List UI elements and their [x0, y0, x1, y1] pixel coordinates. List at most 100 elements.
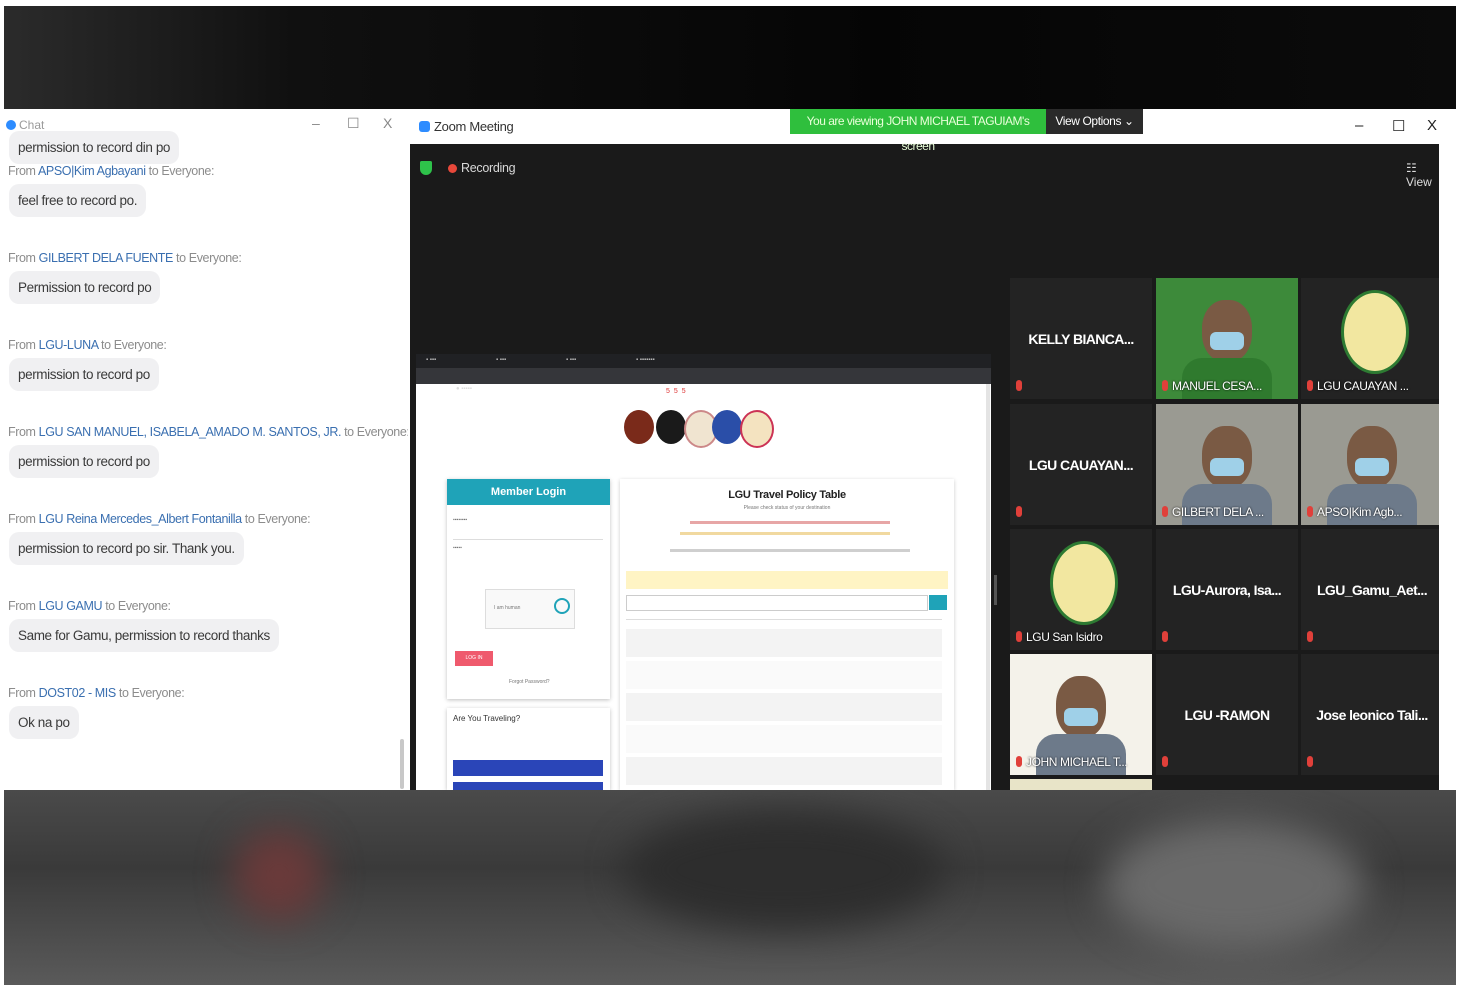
- message-prefix: From: [8, 512, 39, 526]
- participant-tile[interactable]: LGU_Gamu_Aet...: [1301, 529, 1439, 650]
- browser-address-bar: ● ▪▪▪▪▪: [416, 368, 991, 392]
- policy-search-input: [626, 595, 928, 611]
- chat-bubble: Permission to record po: [9, 271, 161, 304]
- policy-subtitle: Please check status of your destination: [743, 505, 831, 511]
- photo-background-top: [4, 6, 1456, 109]
- agency-logo-icon: [656, 410, 686, 444]
- close-icon[interactable]: X: [383, 115, 392, 131]
- participant-tile[interactable]: LGU CAUAYAN ...: [1301, 278, 1439, 399]
- gallery-view-button[interactable]: ☷ View: [1406, 161, 1439, 189]
- message-recipient: to Everyone:: [102, 599, 171, 613]
- minimize-icon[interactable]: –: [1355, 117, 1363, 134]
- recording-icon: [448, 164, 457, 173]
- zoom-titlebar: Zoom Meeting You are viewing JOHN MICHAE…: [410, 109, 1439, 153]
- security-shield-icon[interactable]: [420, 161, 432, 175]
- legend-line: [680, 532, 890, 535]
- participant-tile[interactable]: LGU San Isidro: [1010, 529, 1152, 650]
- message-header: From LGU Reina Mercedes_Albert Fontanill…: [8, 512, 311, 526]
- participant-tile[interactable]: JOHN MICHAEL T...: [1010, 654, 1152, 775]
- zoom-logo-icon: [6, 120, 16, 130]
- message-prefix: From: [8, 686, 39, 700]
- face-mask-shape: [1210, 332, 1244, 350]
- background-blur-shape: [1104, 820, 1364, 950]
- maximize-icon[interactable]: ☐: [347, 115, 360, 132]
- message-prefix: From: [8, 338, 39, 352]
- sender-name[interactable]: LGU GAMU: [39, 599, 103, 613]
- participant-tile[interactable]: MANUEL CESA...: [1156, 278, 1298, 399]
- table-row: [626, 757, 942, 785]
- message-header: From DOST02 - MIS to Everyone:: [8, 686, 185, 700]
- close-icon[interactable]: X: [1427, 117, 1437, 134]
- chat-bubble: feel free to record po.: [9, 184, 147, 217]
- participant-name: LGU San Isidro: [1026, 630, 1103, 644]
- muted-mic-icon: [1016, 506, 1022, 517]
- view-options-button[interactable]: View Options ⌄: [1046, 109, 1143, 134]
- background-blur-shape: [624, 810, 944, 930]
- participant-name: JOHN MICHAEL T...: [1026, 755, 1128, 769]
- chat-title: Chat: [19, 118, 45, 132]
- page-scrollbar: [986, 384, 990, 790]
- muted-mic-icon: [1307, 631, 1313, 642]
- chat-scrollbar[interactable]: [400, 739, 404, 789]
- face-mask-shape: [1064, 708, 1098, 726]
- participant-name: KELLY BIANCA...: [1028, 330, 1134, 347]
- participant-name: LGU -RAMON: [1184, 706, 1271, 723]
- field-divider: [453, 539, 603, 540]
- login-button: LOG IN: [455, 651, 493, 666]
- sender-name[interactable]: LGU SAN MANUEL, ISABELA_AMADO M. SANTOS,…: [39, 425, 342, 439]
- agency-logo-icon: [740, 410, 774, 448]
- message-prefix: From: [8, 425, 39, 439]
- policy-table-title: LGU Travel Policy Table: [728, 489, 846, 501]
- muted-mic-icon: [1016, 380, 1022, 391]
- agency-logo-icon: [712, 410, 742, 444]
- message-recipient: to Everyone:: [145, 164, 215, 178]
- browser-url: ● ▪▪▪▪▪: [456, 386, 472, 392]
- person-silhouette: [1202, 426, 1252, 488]
- sender-name[interactable]: DOST02 - MIS: [39, 686, 117, 700]
- muted-mic-icon: [1162, 756, 1168, 767]
- zoom-window-title: Zoom Meeting: [434, 119, 514, 134]
- participant-name: LGU CAUAYAN ...: [1317, 379, 1409, 393]
- table-row: [626, 661, 942, 689]
- zoom-logo-icon: [419, 121, 430, 132]
- sender-name[interactable]: LGU Reina Mercedes_Albert Fontanilla: [39, 512, 242, 526]
- participant-tile[interactable]: APSO|Kim Agb...: [1301, 404, 1439, 525]
- zoom-meeting-window: Zoom Meeting You are viewing JOHN MICHAE…: [410, 109, 1439, 790]
- travel-question: Are You Traveling?: [453, 714, 521, 723]
- table-row: [626, 693, 942, 721]
- chat-bubble: permission to record din po: [9, 131, 180, 164]
- minimize-icon[interactable]: –: [312, 115, 320, 131]
- participant-name: Jose leonico Tali...: [1316, 706, 1428, 723]
- message-recipient: to Everyone:: [341, 425, 408, 439]
- message-prefix: From: [8, 599, 39, 613]
- photo-background-bottom: [4, 790, 1456, 985]
- participant-tile[interactable]: GILBERT DELA ...: [1156, 404, 1298, 525]
- sender-name[interactable]: GILBERT DELA FUENTE: [39, 251, 174, 265]
- participant-tile[interactable]: LGU-Aurora, Isa...: [1156, 529, 1298, 650]
- participant-name: LGU CAUAYAN...: [1028, 456, 1134, 473]
- chat-message-list: permission to record din po From APSO|Ki…: [4, 131, 408, 790]
- chat-bubble: permission to record po: [9, 358, 159, 391]
- municipal-seal-icon: [1050, 541, 1118, 625]
- sender-name[interactable]: APSO|Kim Agbayani: [38, 164, 146, 178]
- browser-tab: ▪ ▪▪▪: [566, 357, 577, 363]
- participant-tile[interactable]: LGU CAUAYAN...: [1010, 404, 1152, 525]
- person-silhouette: [1202, 300, 1252, 362]
- captcha-widget: I am human: [485, 589, 575, 629]
- username-field: ▪▪▪▪▪▪▪▪: [453, 517, 468, 523]
- splitter-handle[interactable]: [994, 575, 997, 605]
- participant-tile[interactable]: KELLY BIANCA...: [1010, 278, 1152, 399]
- viewing-screen-banner: You are viewing JOHN MICHAEL TAGUIAM's s…: [790, 109, 1046, 153]
- participant-tile[interactable]: Jose leonico Tali...: [1301, 654, 1439, 775]
- browser-tab: ▪ ▪▪▪▪▪▪▪: [636, 357, 655, 363]
- message-header: From APSO|Kim Agbayani to Everyone:: [8, 164, 214, 178]
- maximize-icon[interactable]: ☐: [1392, 117, 1405, 135]
- message-prefix: From: [8, 251, 39, 265]
- participant-name: APSO|Kim Agb...: [1317, 505, 1403, 519]
- message-header: From LGU SAN MANUEL, ISABELA_AMADO M. SA…: [8, 425, 408, 439]
- travel-requirements-button: [453, 760, 603, 776]
- participant-tile[interactable]: LGU -RAMON: [1156, 654, 1298, 775]
- recording-label: Recording: [461, 161, 516, 175]
- message-prefix: From: [8, 164, 38, 178]
- sender-name[interactable]: LGU-LUNA: [39, 338, 99, 352]
